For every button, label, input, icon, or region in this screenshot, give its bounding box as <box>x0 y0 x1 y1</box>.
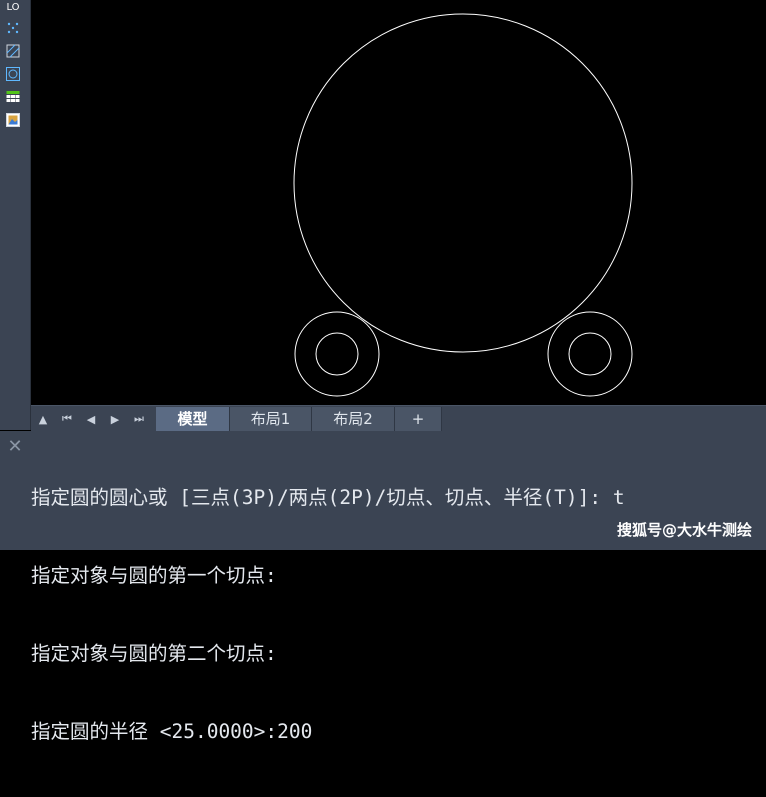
text-tool-icon[interactable]: LO <box>5 0 21 16</box>
scroll-up-icon[interactable]: ▲ <box>33 409 53 429</box>
layout-tab-bar: ▲ ⏮ ◀ ▶ ⏭ 模型 布局1 布局2 + <box>31 405 766 432</box>
left-inner-circle[interactable] <box>315 332 359 376</box>
tab-layout2[interactable]: 布局2 <box>312 407 395 431</box>
tab-layout1[interactable]: 布局1 <box>230 407 312 431</box>
right-inner-circle[interactable] <box>568 332 612 376</box>
large-tangent-circle[interactable] <box>293 13 633 353</box>
drawing-toolbar: LO <box>0 0 31 430</box>
point-style-icon[interactable] <box>5 20 21 36</box>
command-line: 指定对象与圆的第一个切点: <box>31 564 277 587</box>
add-layout-button[interactable]: + <box>395 407 442 431</box>
next-tab-icon[interactable]: ▶ <box>105 409 125 429</box>
first-tab-icon[interactable]: ⏮ <box>57 409 77 429</box>
circle-wipeout-icon[interactable] <box>5 66 21 82</box>
point-style-glyph <box>7 22 19 34</box>
tab-model[interactable]: 模型 <box>156 407 230 431</box>
command-line: 指定对象与圆的第二个切点: <box>31 642 277 665</box>
right-outer-circle[interactable] <box>547 311 633 397</box>
command-history: 指定圆的圆心或 [三点(3P)/两点(2P)/切点、切点、半径(T)]: t 指… <box>31 433 761 797</box>
prev-tab-icon[interactable]: ◀ <box>81 409 101 429</box>
model-space-canvas[interactable] <box>31 0 766 405</box>
left-outer-circle[interactable] <box>294 311 380 397</box>
command-line[interactable]: 指定圆的半径 <25.0000>:200 <box>31 719 761 745</box>
command-line: 指定圆的圆心或 [三点(3P)/两点(2P)/切点、切点、半径(T)]: t <box>31 486 625 509</box>
table-glyph <box>6 91 20 102</box>
watermark: 搜狐号@大水牛测绘 <box>616 521 752 539</box>
last-tab-icon[interactable]: ⏭ <box>129 409 149 429</box>
circle-wipeout-glyph <box>6 67 20 81</box>
hatch-icon[interactable] <box>5 43 21 59</box>
table-icon[interactable] <box>5 89 21 105</box>
image-glyph <box>6 113 20 127</box>
hatch-glyph <box>6 44 20 58</box>
image-icon[interactable] <box>5 112 21 128</box>
close-icon[interactable]: ✕ <box>5 437 25 457</box>
command-line-panel: ✕ 指定圆的圆心或 [三点(3P)/两点(2P)/切点、切点、半径(T)]: t… <box>0 431 766 743</box>
drawing-geometry <box>293 13 633 397</box>
